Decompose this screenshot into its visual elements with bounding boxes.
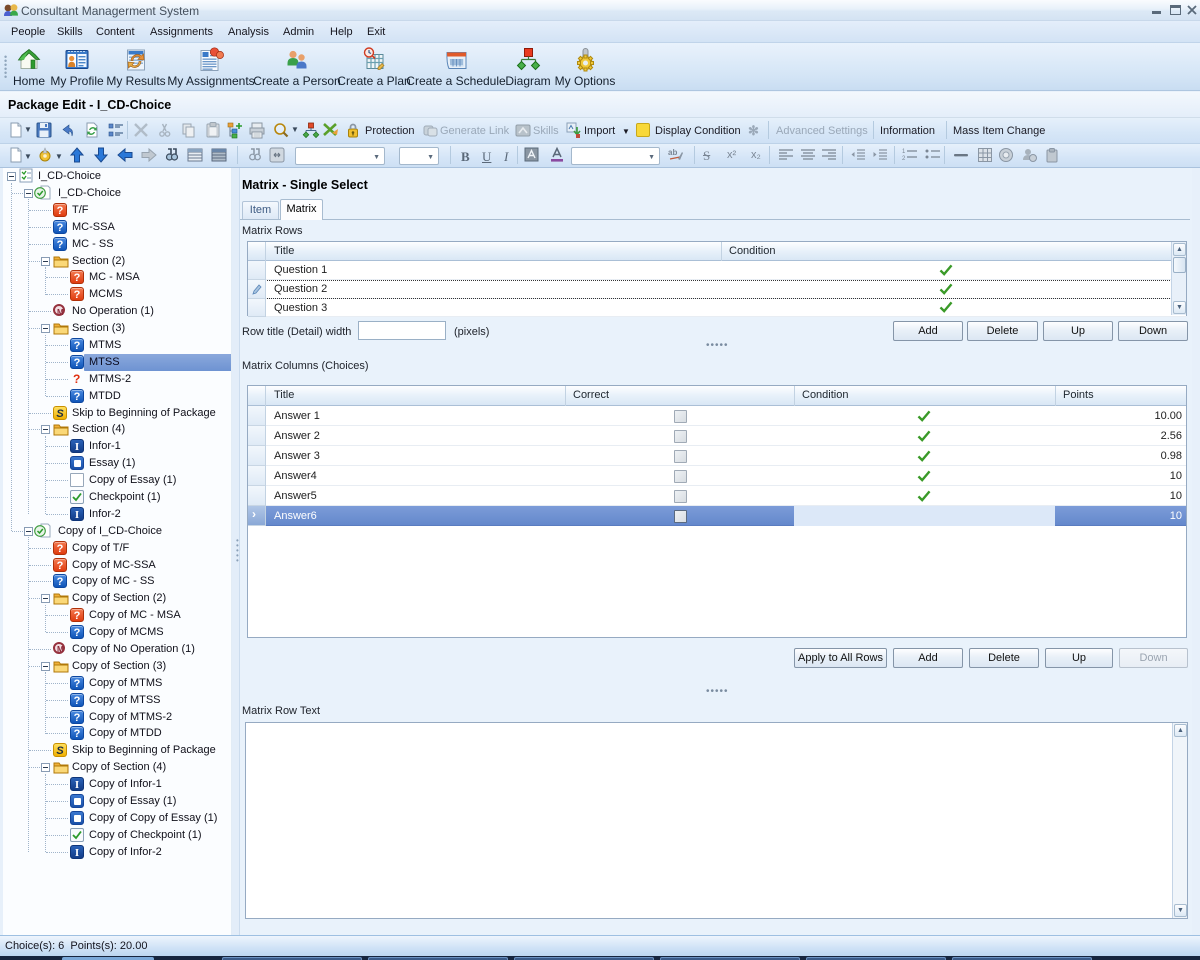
- svg-text:1: 1: [902, 149, 906, 155]
- svg-text:2: 2: [902, 156, 906, 162]
- svg-text:ab: ab: [668, 148, 677, 157]
